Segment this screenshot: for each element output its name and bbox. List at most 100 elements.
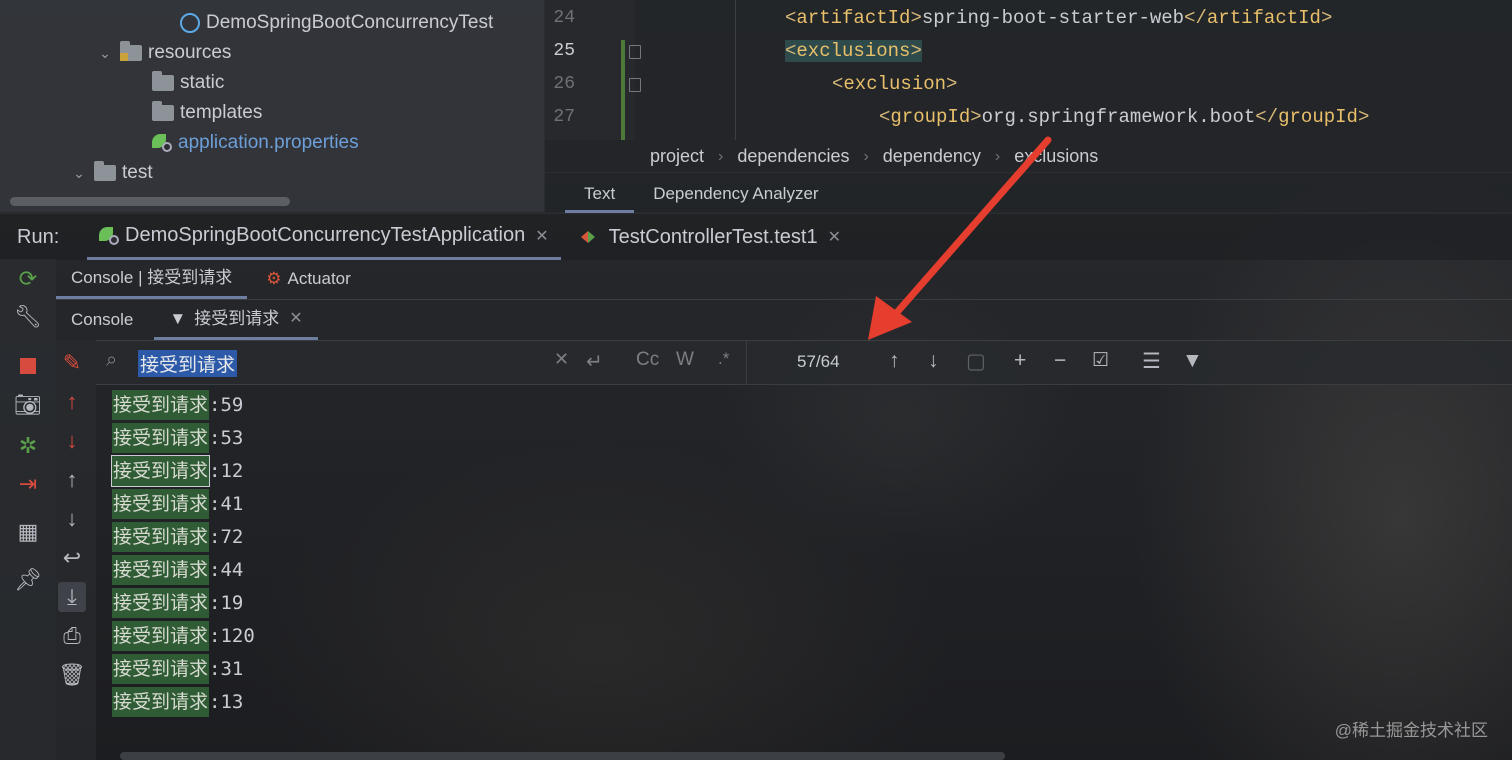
- test-run-icon: [580, 230, 595, 244]
- regex-toggle[interactable]: .*: [718, 349, 729, 369]
- tab-filter[interactable]: ▼ 接受到请求 ✕: [154, 299, 318, 340]
- down-arrow-icon[interactable]: ↓: [58, 504, 86, 534]
- camera-icon[interactable]: 📷︎: [14, 391, 42, 419]
- run-tab-test[interactable]: TestControllerTest.test1 ✕: [569, 214, 853, 260]
- console-line: 接受到请求: 120: [112, 619, 255, 652]
- folder-icon: [94, 161, 116, 181]
- editor-bottom-tabs: Text Dependency Analyzer: [545, 172, 1512, 213]
- run-tab-label: DemoSpringBootConcurrencyTestApplication: [125, 224, 526, 246]
- pin-icon[interactable]: 📌︎: [14, 566, 42, 594]
- console-line: 接受到请求: 59: [112, 388, 243, 421]
- spring-boot-class-icon: [180, 13, 200, 33]
- chevron-right-icon: ›: [718, 147, 724, 165]
- tree-item-resources[interactable]: ⌄ resources: [96, 38, 231, 68]
- tree-horizontal-scrollbar[interactable]: [10, 197, 290, 206]
- fold-icon[interactable]: [629, 45, 641, 59]
- indent-guide: [735, 0, 736, 140]
- exit-icon[interactable]: ⇥: [14, 470, 42, 498]
- vcs-change-marker: [621, 40, 625, 140]
- resources-folder-icon: [120, 41, 142, 61]
- console-search-bar: ⌕ ✕ ↵ Cc W .* 接受到请求 57/64 ↑ ↓ ▢ + − ☑ ☰ …: [96, 340, 1512, 385]
- remove-occurrence-icon[interactable]: −: [1054, 349, 1066, 373]
- filter-icon: ▼: [169, 308, 187, 328]
- chevron-down-icon[interactable]: ⌄: [96, 45, 114, 62]
- tree-item-label: DemoSpringBootConcurrencyTest: [206, 12, 494, 33]
- tree-item-label: static: [180, 72, 225, 93]
- tab-text[interactable]: Text: [565, 173, 635, 213]
- tree-item-label: templates: [180, 102, 263, 123]
- fold-icon[interactable]: [629, 78, 641, 92]
- print-icon[interactable]: ⎙: [58, 621, 86, 651]
- console-line: 接受到请求: 13: [112, 685, 243, 718]
- words-toggle[interactable]: W: [676, 349, 694, 371]
- close-icon[interactable]: ✕: [828, 227, 841, 247]
- add-occurrence-icon[interactable]: +: [1014, 349, 1026, 373]
- next-occurrence-icon[interactable]: ↓: [928, 349, 939, 373]
- console-line: 接受到请求: 31: [112, 652, 243, 685]
- line-number: 25: [553, 41, 575, 61]
- console-line: 接受到请求: 12: [110, 454, 243, 487]
- line-number: 24: [553, 8, 575, 28]
- trash-icon[interactable]: 🗑︎: [58, 660, 86, 690]
- search-icon: ⌕: [106, 349, 118, 371]
- clear-highlight-icon[interactable]: ✎: [58, 348, 86, 378]
- console-horizontal-scrollbar[interactable]: [120, 752, 1005, 760]
- tree-item-label: resources: [148, 42, 232, 63]
- tab-label: 接受到请求: [194, 308, 280, 328]
- close-icon[interactable]: ✕: [535, 226, 548, 246]
- run-toolwindow-header: Run: DemoSpringBootConcurrencyTestApplic…: [0, 213, 1512, 260]
- breadcrumb-item[interactable]: dependency: [883, 146, 981, 167]
- stop-icon[interactable]: [14, 352, 42, 380]
- tab-dependency-analyzer[interactable]: Dependency Analyzer: [634, 173, 837, 213]
- watermark: @稀土掘金技术社区: [1334, 721, 1488, 740]
- tree-item-templates[interactable]: templates: [152, 98, 262, 128]
- run-tab-application[interactable]: DemoSpringBootConcurrencyTestApplication…: [87, 214, 561, 260]
- wrench-icon[interactable]: 🔧︎: [14, 303, 42, 331]
- debug-icon[interactable]: ✲: [14, 432, 42, 460]
- scroll-to-end-icon[interactable]: ⤓: [58, 582, 86, 612]
- rerun-icon[interactable]: ⟳: [14, 265, 42, 293]
- tree-item-test[interactable]: ⌄ test: [70, 158, 153, 188]
- tab-console-filter[interactable]: Console | 接受到请求: [56, 259, 248, 299]
- match-counter: 57/64: [797, 352, 840, 371]
- filter-lines-icon[interactable]: ☰: [1142, 349, 1161, 374]
- spring-boot-run-icon: [99, 226, 119, 245]
- up-arrow-icon[interactable]: ↑: [58, 387, 86, 417]
- tree-item-demo-class[interactable]: DemoSpringBootConcurrencyTest: [180, 8, 493, 38]
- tab-console[interactable]: Console: [56, 300, 148, 340]
- close-icon[interactable]: ✕: [289, 299, 302, 339]
- breadcrumb-item[interactable]: project: [650, 146, 704, 167]
- previous-occurrence-icon[interactable]: ↑: [889, 349, 900, 373]
- breadcrumb-item[interactable]: exclusions: [1014, 146, 1098, 167]
- match-case-toggle[interactable]: Cc: [636, 349, 659, 371]
- folder-icon: [152, 71, 174, 91]
- filter-icon[interactable]: ▼: [1182, 349, 1203, 373]
- line-number: 27: [553, 107, 575, 127]
- soft-wrap-icon[interactable]: ↩: [58, 543, 86, 573]
- breadcrumb-item[interactable]: dependencies: [737, 146, 849, 167]
- actuator-icon: ⚙: [266, 269, 282, 288]
- console-line: 接受到请求: 44: [112, 553, 243, 586]
- chevron-right-icon: ›: [994, 147, 1001, 165]
- console-line: 接受到请求: 53: [112, 421, 243, 454]
- layout-icon[interactable]: ▦: [14, 518, 42, 546]
- tab-actuator[interactable]: ⚙ Actuator: [251, 259, 366, 299]
- up-arrow-icon[interactable]: ↑: [58, 465, 86, 495]
- clear-icon[interactable]: ✕: [554, 349, 569, 370]
- chevron-down-icon[interactable]: ⌄: [70, 165, 88, 182]
- code-line-24: <artifactId>spring-boot-starter-web</art…: [785, 7, 1333, 29]
- tree-item-label: application.properties: [178, 132, 359, 153]
- tree-item-label: test: [122, 162, 153, 183]
- select-all-occurrences-icon[interactable]: ☑: [1092, 349, 1109, 372]
- run-tab-label: TestControllerTest.test1: [608, 225, 818, 248]
- folder-icon: [152, 101, 174, 121]
- new-line-icon[interactable]: ↵: [586, 349, 603, 374]
- tree-item-application-properties[interactable]: application.properties: [152, 128, 359, 158]
- code-line-27: <groupId>org.springframework.boot</group…: [879, 106, 1370, 128]
- tree-item-static[interactable]: static: [152, 68, 224, 98]
- down-arrow-icon[interactable]: ↓: [58, 426, 86, 456]
- tab-label: Actuator: [287, 269, 351, 288]
- code-line-26: <exclusion>: [832, 73, 958, 95]
- chevron-right-icon: ›: [863, 147, 869, 165]
- select-all-icon[interactable]: ▢: [966, 349, 986, 374]
